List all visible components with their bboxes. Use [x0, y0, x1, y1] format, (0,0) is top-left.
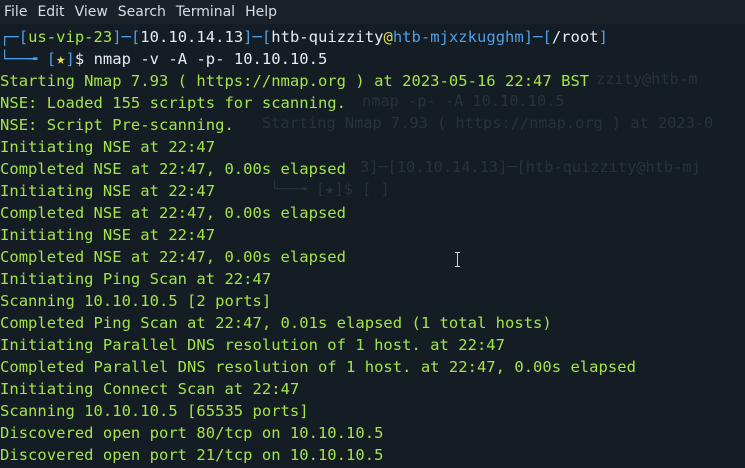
menu-bar: File Edit View Search Terminal Help [0, 0, 745, 24]
menu-search[interactable]: Search [113, 0, 171, 24]
output-line: Starting Nmap 7.93 ( https://nmap.org ) … [0, 72, 590, 90]
text-cursor-icon [455, 252, 461, 267]
menu-file[interactable]: File [0, 0, 32, 24]
output-line: Initiating NSE at 22:47 [0, 182, 216, 200]
background-ghost-text: 3]─[10.10.14.13]─[htb-quizzity@htb-mj [360, 158, 701, 176]
output-line: Completed NSE at 22:47, 0.00s elapsed [0, 204, 347, 222]
output-line: NSE: Script Pre-scanning. [0, 116, 234, 134]
ip-address: 10.10.14.13 [140, 28, 244, 46]
user-name: htb-quizzity [271, 28, 384, 46]
output-line: NSE: Loaded 155 scripts for scanning. [0, 94, 347, 112]
output-line: Initiating Parallel DNS resolution of 1 … [0, 336, 505, 354]
output-line: Discovered open port 80/tcp on 10.10.10.… [0, 424, 384, 442]
output-line: Initiating NSE at 22:47 [0, 138, 216, 156]
background-ghost-text: zzity@htb-m [596, 70, 698, 88]
output-line: Scanning 10.10.10.5 [65535 ports] [0, 402, 309, 420]
output-line: Discovered open port 21/tcp on 10.10.10.… [0, 446, 384, 464]
output-line: Initiating Ping Scan at 22:47 [0, 270, 272, 288]
vpn-name: us-vip-23 [28, 28, 113, 46]
output-line: Initiating NSE at 22:47 [0, 226, 216, 244]
host-name: htb-mjxzkugghm [392, 28, 524, 46]
background-ghost-text: nmap -p- -A 10.10.10.5 [362, 92, 565, 110]
menu-terminal[interactable]: Terminal [171, 0, 240, 24]
output-line: Scanning 10.10.10.5 [2 ports] [0, 292, 272, 310]
output-line: Completed NSE at 22:47, 0.00s elapsed [0, 160, 347, 178]
prompt-line: ┌─[us-vip-23]─[10.10.14.13]─[htb-quizzit… [0, 28, 608, 46]
command-line: └──╼ [★]$ nmap -v -A -p- 10.10.10.5 [0, 50, 328, 68]
command-text: nmap -v -A -p- 10.10.10.5 [93, 50, 328, 68]
output-line: Initiating Connect Scan at 22:47 [0, 380, 300, 398]
output-line: Completed Ping Scan at 22:47, 0.01s elap… [0, 314, 552, 332]
background-ghost-text: Starting Nmap 7.93 ( https://nmap.org ) … [262, 114, 714, 132]
background-ghost-text: └──╼ [★]$ [ ] [270, 180, 390, 198]
output-line: Completed NSE at 22:47, 0.00s elapsed [0, 248, 347, 266]
terminal-output-area[interactable]: zzity@htb-m nmap -p- -A 10.10.10.5 Start… [0, 26, 745, 468]
menu-help[interactable]: Help [240, 0, 282, 24]
menu-edit[interactable]: Edit [32, 0, 69, 24]
terminal-window: File Edit View Search Terminal Help zzit… [0, 0, 745, 468]
output-line: Completed Parallel DNS resolution of 1 h… [0, 358, 636, 376]
current-directory: /root [551, 28, 599, 46]
menu-view[interactable]: View [70, 0, 113, 24]
